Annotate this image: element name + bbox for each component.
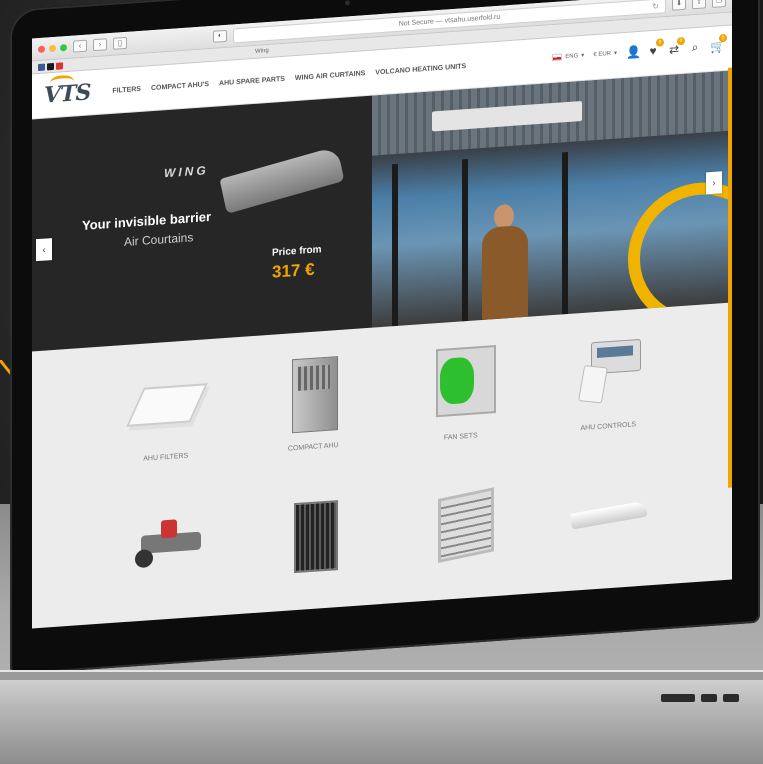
usb-port-icon xyxy=(701,694,717,702)
nav-item-wing-air-curtains[interactable]: WING AIR CURTAINS xyxy=(295,70,365,82)
cart-icon[interactable]: 🛒 0 xyxy=(710,33,727,54)
filters-icon xyxy=(121,359,211,447)
chevron-down-icon: ▾ xyxy=(613,50,617,57)
door-frame xyxy=(462,158,468,322)
category-grid: AHU FILTERS COMPACT AHU FAN SETS AHU CON… xyxy=(32,303,732,629)
category-heaters[interactable] xyxy=(387,478,535,626)
logo-arc-icon xyxy=(50,74,74,90)
price-label: Price from xyxy=(272,244,322,259)
favorites-bookmark-icon[interactable] xyxy=(47,62,54,70)
door-frame xyxy=(562,151,568,315)
heater-icon xyxy=(416,480,506,568)
share-icon[interactable]: ⇧ xyxy=(692,0,706,10)
slider-prev-button[interactable]: ‹ xyxy=(36,238,52,262)
valve-icon xyxy=(121,501,211,589)
favorites-mail-icon[interactable] xyxy=(56,61,63,70)
camera-icon xyxy=(345,0,350,6)
air-curtain-icon xyxy=(563,470,653,558)
nav-item-volcano-heating-units[interactable]: VOLCANO HEATING UNITS xyxy=(375,63,466,76)
forward-button[interactable]: › xyxy=(93,38,107,52)
person-coat xyxy=(482,224,528,320)
back-button[interactable]: ‹ xyxy=(73,39,87,53)
wishlist-badge: 0 xyxy=(656,37,664,47)
category-fan-sets[interactable]: FAN SETS xyxy=(387,336,535,484)
reload-icon[interactable]: ↻ xyxy=(652,0,659,13)
currency-selector[interactable]: € EUR ▾ xyxy=(593,50,617,59)
thunderbolt-port-icon xyxy=(723,694,739,702)
laptop-hinge xyxy=(0,672,763,680)
sidebar-toggle-icon[interactable]: ▯ xyxy=(113,36,127,50)
hero-slider: WING Your invisible barrier Air Courtain… xyxy=(32,70,732,352)
controls-icon xyxy=(563,328,653,416)
laptop-lid: ‹ › ▯ ◐ Not Secure — vtsahu.userfold.ru … xyxy=(10,0,760,676)
maximize-window-button[interactable] xyxy=(60,43,67,52)
privacy-icon[interactable]: ◐ xyxy=(213,29,227,43)
laptop-ports xyxy=(661,694,739,702)
category-valves[interactable] xyxy=(92,499,240,629)
coil-icon xyxy=(268,491,358,579)
category-label: AHU CONTROLS xyxy=(580,421,637,433)
laptop-screen: ‹ › ▯ ◐ Not Secure — vtsahu.userfold.ru … xyxy=(32,0,732,629)
tabs-overview-icon[interactable]: ❐ xyxy=(712,0,726,8)
minimize-window-button[interactable] xyxy=(49,44,56,52)
page-scrollbar[interactable] xyxy=(728,67,732,488)
hero-subtagline: Air Courtains xyxy=(124,230,194,250)
sd-slot-icon xyxy=(661,694,695,702)
flag-icon xyxy=(552,53,563,62)
favorites-facebook-icon[interactable] xyxy=(38,63,45,71)
nav-item-ahu-spare-parts[interactable]: AHU SPARE PARTS xyxy=(219,75,285,87)
laptop-base xyxy=(0,670,763,764)
fan-set-icon xyxy=(416,338,506,426)
address-text: Not Secure — vtsahu.userfold.ru xyxy=(398,13,501,28)
compare-icon[interactable]: ⇄ 0 xyxy=(668,36,685,57)
cart-badge: 0 xyxy=(719,33,727,42)
search-icon[interactable]: ⌕ xyxy=(689,40,701,56)
category-compact-ahu[interactable]: COMPACT AHU xyxy=(240,347,388,495)
hero-brand: WING xyxy=(164,163,209,181)
category-ahu-controls[interactable]: AHU CONTROLS xyxy=(535,326,683,474)
window-controls xyxy=(38,43,67,53)
vts-logo[interactable]: VTS xyxy=(44,74,90,109)
category-ahu-filters[interactable]: AHU FILTERS xyxy=(92,357,240,505)
category-label: FAN SETS xyxy=(443,432,478,442)
hero-photo: › xyxy=(372,70,732,328)
main-nav: FILTERS COMPACT AHU'S AHU SPARE PARTS WI… xyxy=(112,63,466,95)
close-window-button[interactable] xyxy=(38,45,45,53)
category-label: AHU FILTERS xyxy=(143,452,189,463)
door-frame xyxy=(392,163,398,327)
compact-ahu-icon xyxy=(268,349,358,437)
tab-title[interactable]: Wing xyxy=(255,48,269,55)
language-selector[interactable]: ENG ▾ xyxy=(552,52,585,62)
air-curtain-product-image xyxy=(219,146,345,214)
wishlist-icon[interactable]: ♥ 0 xyxy=(647,37,664,58)
hero-text-panel: WING Your invisible barrier Air Courtain… xyxy=(32,95,372,352)
chevron-down-icon: ▾ xyxy=(581,52,585,60)
nav-item-filters[interactable]: FILTERS xyxy=(112,85,141,94)
price-value: 317 € xyxy=(272,259,315,282)
compare-badge: 0 xyxy=(677,36,685,45)
currency-value: € EUR xyxy=(593,50,611,58)
category-air-curtains[interactable] xyxy=(535,468,683,616)
slider-next-button[interactable]: › xyxy=(706,171,722,195)
category-label: COMPACT AHU xyxy=(287,442,339,453)
nav-item-compact-ahu[interactable]: COMPACT AHU'S xyxy=(151,81,209,92)
language-value: ENG xyxy=(565,52,579,60)
account-icon[interactable]: 👤 xyxy=(626,44,641,59)
download-icon[interactable]: ⬇ xyxy=(672,0,686,11)
header-actions: ENG ▾ € EUR ▾ 👤 ♥ 0 ⇄ 0 ⌕ 🛒 0 xyxy=(552,33,727,65)
category-coils[interactable] xyxy=(240,489,388,629)
